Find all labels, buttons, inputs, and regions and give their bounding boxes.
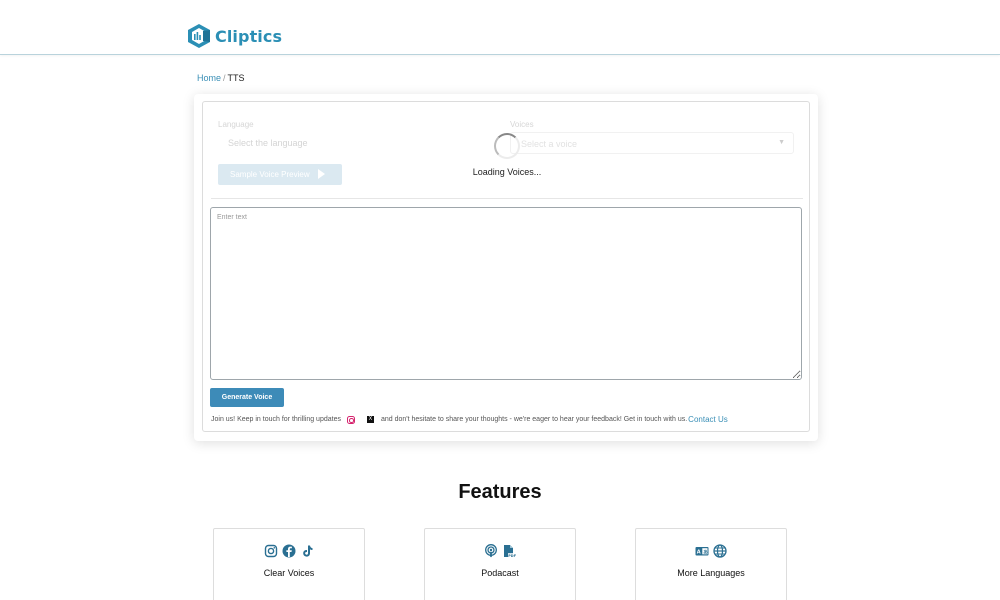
join-text-start: Join us! Keep in touch for thrilling upd… [211, 416, 341, 423]
join-text-end: and don't hesitate to share your thought… [380, 416, 688, 423]
language-card-icon: Aあ [695, 547, 709, 556]
feature-card-podcast: PDFPDF Podacast [424, 528, 576, 600]
voices-label: Voices [510, 120, 534, 129]
brand-logo-link[interactable]: Cliptics [187, 23, 282, 49]
pdf-file-icon: PDFPDF [504, 545, 516, 558]
chevron-down-icon: ▼ [778, 139, 785, 146]
loading-spinner-icon [494, 133, 520, 159]
breadcrumb-current: TTS [227, 73, 245, 83]
facebook-icon [282, 544, 296, 558]
language-select[interactable]: Select the language [218, 132, 493, 154]
instagram-icon[interactable] [346, 415, 355, 424]
podcast-icon [485, 544, 497, 558]
sample-voice-preview-label: Sample Voice Preview [230, 170, 310, 179]
generate-voice-button[interactable]: Generate Voice [210, 388, 284, 407]
brand-name: Cliptics [215, 26, 283, 46]
tts-form: Language Voices Select the language Sele… [202, 101, 810, 432]
feature-card-clear-voices: Clear Voices [213, 528, 365, 600]
svg-text:PDF: PDF [508, 554, 516, 558]
feature-icons: PDFPDF [425, 544, 575, 558]
text-input[interactable] [210, 207, 802, 380]
breadcrumb: Home / TTS [197, 73, 245, 83]
sample-voice-preview-button[interactable]: Sample Voice Preview [218, 164, 342, 185]
x-icon[interactable]: X [366, 416, 374, 423]
contact-us-link[interactable]: Contact Us [688, 415, 728, 424]
community-message: Join us! Keep in touch for thrilling upd… [211, 415, 728, 424]
feature-icons: Aあ [636, 544, 786, 558]
voices-select[interactable]: Select a voice ▼ [510, 132, 794, 154]
feature-label: More Languages [677, 568, 745, 578]
feature-icons [214, 544, 364, 558]
form-divider [211, 198, 803, 199]
voices-select-placeholder: Select a voice [521, 139, 578, 149]
top-navbar: Cliptics [0, 0, 1000, 55]
globe-icon [713, 544, 727, 558]
tiktok-icon [303, 545, 313, 557]
instagram-icon [264, 544, 278, 558]
language-label: Language [218, 120, 254, 129]
feature-label: Podacast [481, 568, 519, 578]
tts-card: Language Voices Select the language Sele… [194, 94, 818, 441]
play-icon [318, 169, 325, 179]
svg-text:A: A [697, 550, 701, 556]
feature-card-more-languages: Aあ More Languages [635, 528, 787, 600]
svg-text:あ: あ [703, 549, 708, 555]
loading-voices-text: Loading Voices... [472, 167, 542, 177]
cliptics-logo-icon [188, 24, 210, 48]
feature-label: Clear Voices [263, 568, 315, 578]
features-heading: Features [458, 481, 542, 503]
breadcrumb-separator: / [223, 73, 226, 83]
breadcrumb-home-link[interactable]: Home [197, 73, 221, 83]
